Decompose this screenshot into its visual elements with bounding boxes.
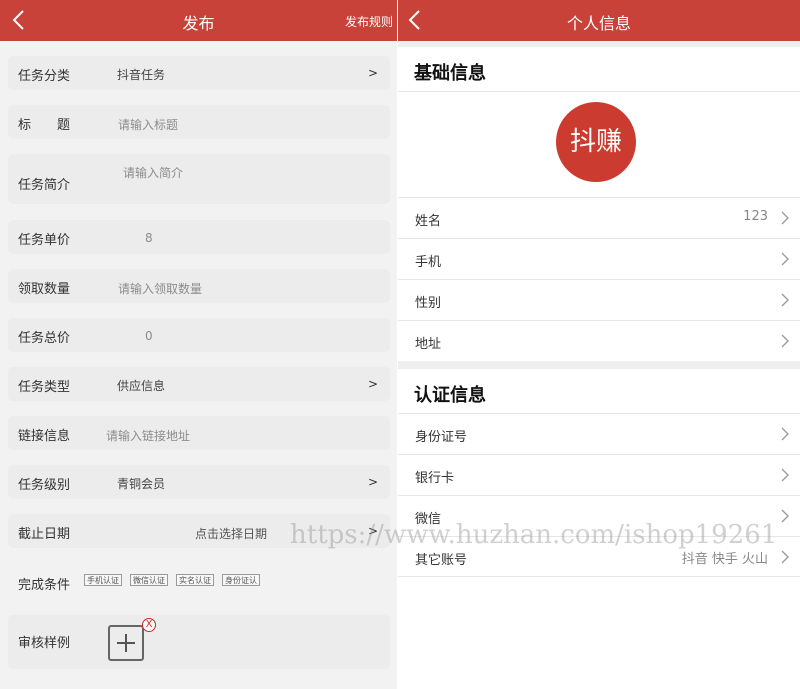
- field-label: 任务单价: [18, 233, 71, 248]
- quantity-input[interactable]: 请输入领取数量: [118, 280, 202, 297]
- delete-icon[interactable]: X: [142, 618, 156, 632]
- title-field[interactable]: 标 题 请输入标题: [8, 105, 390, 139]
- sample-field: 审核样例 X: [8, 615, 390, 669]
- total-price-value: 0: [145, 329, 153, 343]
- condition-tag[interactable]: 手机认证: [84, 574, 122, 586]
- level-field[interactable]: 任务级别 青铜会员 >: [8, 465, 390, 499]
- divider: [398, 91, 800, 92]
- field-label: 标 题: [18, 118, 71, 133]
- publish-panel: 发布 发布规则 任务分类 抖音任务 > 标 题 请输入标题 任务简介 请输入简介…: [0, 0, 397, 689]
- field-label: 领取数量: [18, 282, 71, 297]
- chevron-right-icon: [781, 427, 789, 441]
- condition-tag[interactable]: 身份证认: [222, 574, 260, 586]
- publish-rules-link[interactable]: 发布规则: [345, 13, 393, 30]
- avatar[interactable]: 抖赚: [556, 102, 636, 182]
- chevron-right-icon: [781, 211, 789, 225]
- profile-row-gender[interactable]: 性别: [398, 279, 800, 320]
- row-label: 手机: [415, 255, 442, 270]
- type-value: 供应信息: [117, 379, 166, 393]
- intro-field[interactable]: 任务简介 请输入简介: [8, 154, 390, 204]
- field-label: 任务级别: [18, 478, 71, 493]
- field-label: 截止日期: [18, 527, 71, 542]
- field-label: 审核样例: [18, 636, 71, 651]
- chevron-right-icon: [781, 550, 789, 564]
- divider: [398, 41, 800, 47]
- profile-header: 个人信息: [398, 0, 800, 41]
- watermark: https://www.huzhan.com/ishop19261: [290, 520, 778, 550]
- field-label: 任务简介: [18, 178, 71, 193]
- chevron-right-icon: [781, 293, 789, 307]
- row-label: 姓名: [415, 214, 442, 229]
- profile-row-address[interactable]: 地址: [398, 320, 800, 361]
- date-picker[interactable]: 点击选择日期: [195, 525, 267, 542]
- type-field[interactable]: 任务类型 供应信息 >: [8, 367, 390, 401]
- condition-tag[interactable]: 微信认证: [130, 574, 168, 586]
- profile-panel: 个人信息 基础信息 抖赚 姓名 123 手机 性别 地址 认证信息 身份证号 银…: [398, 0, 800, 689]
- profile-row-id-number[interactable]: 身份证号: [398, 413, 800, 454]
- add-image-icon[interactable]: [108, 625, 144, 661]
- page-title: 发布: [182, 14, 215, 33]
- intro-textarea[interactable]: 请输入简介: [123, 164, 183, 181]
- basic-info-heading: 基础信息: [414, 63, 486, 84]
- row-value: 123: [743, 209, 768, 224]
- row-label: 银行卡: [415, 471, 455, 486]
- chevron-right-icon: >: [367, 377, 378, 391]
- link-field[interactable]: 链接信息 请输入链接地址: [8, 416, 390, 450]
- chevron-right-icon: [781, 509, 789, 523]
- quantity-field[interactable]: 领取数量 请输入领取数量: [8, 269, 390, 303]
- row-label: 地址: [415, 337, 442, 352]
- row-label: 性别: [415, 296, 442, 311]
- condition-tag[interactable]: 实名认证: [176, 574, 214, 586]
- unit-price-field[interactable]: 任务单价 8: [8, 220, 390, 254]
- field-label: 链接信息: [18, 429, 71, 444]
- profile-row-name[interactable]: 姓名 123: [398, 197, 800, 238]
- chevron-right-icon: [781, 334, 789, 348]
- row-value: 抖音 快手 火山: [681, 552, 768, 567]
- chevron-right-icon: >: [367, 66, 378, 80]
- category-field[interactable]: 任务分类 抖音任务 >: [8, 56, 390, 90]
- field-label: 完成条件: [18, 578, 71, 593]
- link-input[interactable]: 请输入链接地址: [106, 427, 190, 444]
- title-input[interactable]: 请输入标题: [118, 116, 178, 133]
- row-label: 其它账号: [415, 553, 468, 568]
- chevron-right-icon: >: [367, 475, 378, 489]
- total-price-field: 任务总价 0: [8, 318, 390, 352]
- row-label: 身份证号: [415, 430, 468, 445]
- page-title: 个人信息: [566, 14, 631, 33]
- chevron-right-icon: [781, 252, 789, 266]
- auth-info-heading: 认证信息: [414, 385, 486, 406]
- field-label: 任务类型: [18, 380, 71, 395]
- chevron-right-icon: [781, 468, 789, 482]
- publish-header: 发布 发布规则: [0, 0, 397, 41]
- profile-row-phone[interactable]: 手机: [398, 238, 800, 279]
- field-label: 任务总价: [18, 331, 71, 346]
- conditions-field: 完成条件 手机认证 微信认证 实名认证 身份证认: [8, 562, 390, 602]
- condition-tags: 手机认证 微信认证 实名认证 身份证认: [84, 574, 260, 586]
- level-value: 青铜会员: [117, 477, 166, 491]
- field-label: 任务分类: [18, 69, 71, 84]
- category-value: 抖音任务: [117, 68, 166, 82]
- unit-price-value[interactable]: 8: [145, 231, 153, 245]
- profile-row-bank-card[interactable]: 银行卡: [398, 454, 800, 495]
- divider: [398, 361, 800, 369]
